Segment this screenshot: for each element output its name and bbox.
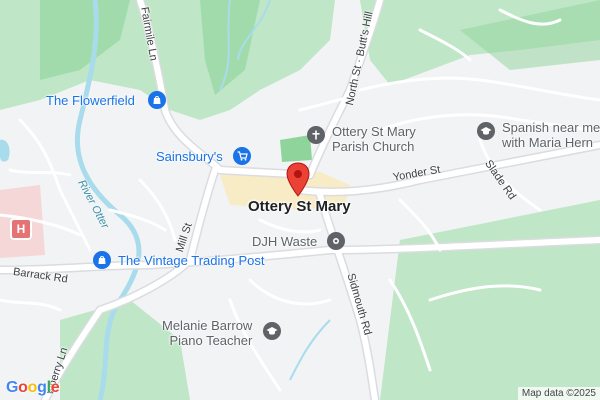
map-attribution[interactable]: Map data ©2025 (517, 387, 600, 400)
place-name: The Vintage Trading Post (118, 253, 265, 268)
school-icon[interactable] (477, 122, 495, 140)
place-name-line2: with Maria Hern (502, 135, 594, 150)
google-logo: Google (6, 379, 60, 396)
shopping-bag-icon[interactable] (93, 251, 111, 269)
place-dot-icon[interactable] (327, 232, 345, 250)
shopping-cart-icon[interactable] (233, 147, 251, 165)
place-parish-church[interactable]: Ottery St Mary Parish Church (332, 124, 416, 154)
place-name-line2: Parish Church (332, 139, 415, 154)
location-pin-icon[interactable] (285, 162, 311, 198)
church-cross-icon[interactable] (307, 126, 325, 144)
place-name-line1: Ottery St Mary (332, 124, 416, 139)
place-name-line1: Melanie Barrow (162, 318, 253, 333)
map-view[interactable]: River Otter Ottery St Mary Fairmile Ln N… (0, 0, 600, 400)
place-name-line1: Spanish near me (502, 120, 600, 135)
park-area (60, 300, 190, 400)
place-name-line2: Piano Teacher (169, 333, 253, 348)
stream (289, 319, 331, 381)
shopping-bag-icon[interactable] (148, 91, 166, 109)
place-spanish-near-me[interactable]: Spanish near me with Maria Hern (502, 120, 600, 150)
place-the-vintage-trading-post[interactable]: The Vintage Trading Post (118, 253, 264, 268)
school-icon[interactable] (263, 322, 281, 340)
place-melanie-barrow[interactable]: Melanie Barrow Piano Teacher (162, 318, 252, 348)
place-sainsburys[interactable]: Sainsbury's (156, 149, 223, 164)
hospital-icon[interactable]: H (10, 218, 32, 240)
pond (0, 139, 10, 162)
park-area (380, 200, 600, 400)
place-the-flowerfield[interactable]: The Flowerfield (46, 93, 135, 108)
place-djh-waste[interactable]: DJH Waste (252, 234, 317, 249)
place-name: The Flowerfield (46, 93, 135, 108)
place-name: DJH Waste (252, 234, 318, 249)
town-label: Ottery St Mary (248, 198, 351, 215)
place-name: Sainsbury's (156, 149, 223, 164)
